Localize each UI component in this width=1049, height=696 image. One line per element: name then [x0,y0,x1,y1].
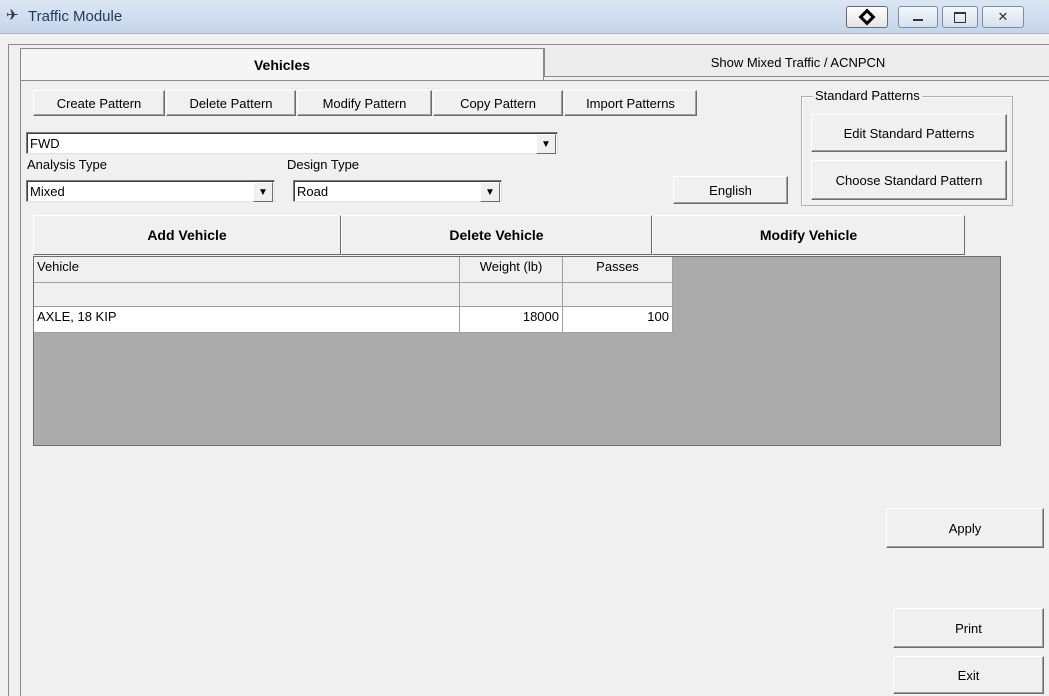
design-type-select[interactable]: Road ▼ [293,180,502,202]
apply-button[interactable]: Apply [886,508,1044,548]
maximize-icon [954,11,966,23]
design-type-value: Road [297,184,329,199]
design-type-label: Design Type [287,157,360,172]
analysis-type-label: Analysis Type [27,157,107,172]
table-cell-passes[interactable]: 100 [563,307,673,333]
special-window-button[interactable] [846,6,888,28]
close-icon: ✕ [997,9,1009,24]
analysis-type-value: Mixed [30,184,65,199]
create-pattern-button[interactable]: Create Pattern [33,90,165,116]
diamond-icon [858,8,876,26]
table-cell-vehicle[interactable]: AXLE, 18 KIP [34,307,460,333]
tab-vehicles[interactable]: Vehicles [20,48,544,80]
column-header-passes[interactable]: Passes [563,257,673,283]
analysis-type-select[interactable]: Mixed ▼ [26,180,275,202]
table-cell-weight[interactable]: 18000 [460,307,563,333]
window-title: Traffic Module [28,8,123,25]
units-english-button[interactable]: English [673,176,788,204]
tab-mixed-traffic-label: Show Mixed Traffic / ACNPCN [710,54,886,70]
pattern-select[interactable]: FWD ▼ [26,132,558,154]
pattern-select-value: FWD [30,136,60,151]
delete-vehicle-button[interactable]: Delete Vehicle [341,215,652,255]
modify-pattern-button[interactable]: Modify Pattern [297,90,432,116]
column-header-weight[interactable]: Weight (lb) [460,257,563,283]
import-patterns-button[interactable]: Import Patterns [564,90,697,116]
table-cell[interactable] [34,283,460,307]
minimize-button[interactable] [898,6,938,28]
vehicle-grid[interactable]: Vehicle Weight (lb) Passes AXLE, 18 KIP … [33,256,1001,446]
chevron-down-icon[interactable]: ▼ [536,134,556,154]
close-button[interactable]: ✕ [982,6,1024,28]
print-button[interactable]: Print [893,608,1044,648]
title-bar [0,0,1049,34]
standard-patterns-label: Standard Patterns [813,88,922,103]
chevron-down-icon[interactable]: ▼ [480,182,500,202]
add-vehicle-button[interactable]: Add Vehicle [33,215,341,255]
delete-pattern-button[interactable]: Delete Pattern [166,90,296,116]
copy-pattern-button[interactable]: Copy Pattern [433,90,563,116]
exit-button[interactable]: Exit [893,656,1044,694]
tab-mixed-traffic[interactable]: Show Mixed Traffic / ACNPCN [544,48,1049,77]
column-header-vehicle[interactable]: Vehicle [34,257,460,283]
edit-standard-patterns-button[interactable]: Edit Standard Patterns [811,114,1007,152]
traffic-app-icon: ✈ [6,7,19,24]
table-cell[interactable] [563,283,673,307]
modify-vehicle-button[interactable]: Modify Vehicle [652,215,965,255]
choose-standard-pattern-button[interactable]: Choose Standard Pattern [811,160,1007,200]
maximize-button[interactable] [942,6,978,28]
chevron-down-icon[interactable]: ▼ [253,182,273,202]
minimize-icon [913,19,923,21]
table-cell[interactable] [460,283,563,307]
